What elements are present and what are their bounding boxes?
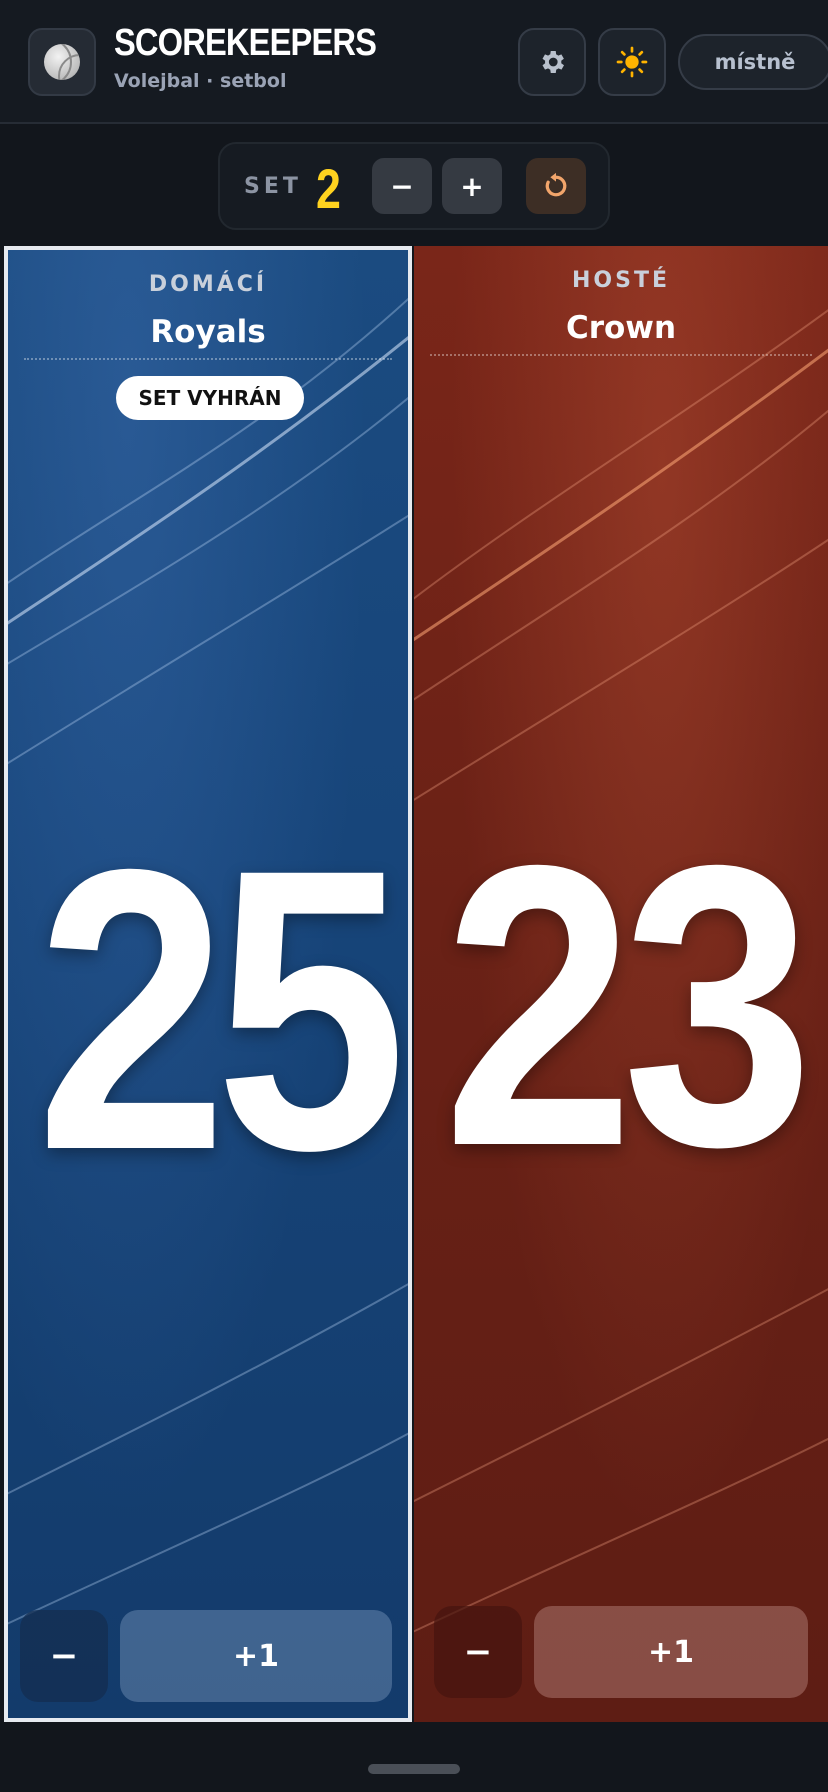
home-score-decrement-button[interactable]: −: [20, 1610, 108, 1702]
home-indicator[interactable]: [368, 1764, 460, 1774]
app-title: SCOREKEEPERS: [114, 22, 377, 64]
away-score-decrement-button[interactable]: −: [434, 1606, 522, 1698]
team-name: Crown: [565, 310, 677, 346]
team-score[interactable]: 23: [443, 806, 814, 1206]
team-score[interactable]: 25: [36, 810, 407, 1210]
away-score-increment-button[interactable]: +1: [534, 1606, 808, 1698]
team-role: DOMÁCÍ: [148, 272, 268, 297]
team-name: Royals: [150, 314, 266, 350]
language-label: místně: [714, 50, 796, 74]
gear-icon: [542, 51, 564, 73]
set-label: SET: [244, 174, 302, 199]
divider: [24, 358, 392, 360]
theme-toggle-button[interactable]: [598, 28, 666, 96]
sun-icon: [616, 46, 648, 78]
settings-button[interactable]: [518, 28, 586, 96]
home-score-increment-button[interactable]: +1: [120, 1610, 392, 1702]
set-number: 2: [316, 157, 341, 220]
set-decrement-button[interactable]: −: [372, 158, 432, 214]
app-logo-button[interactable]: [28, 28, 96, 96]
app-header: SCOREKEEPERS Volejbal · setbol místně: [0, 0, 828, 124]
set-increment-button[interactable]: +: [442, 158, 502, 214]
team-role: HOSTÉ: [572, 268, 670, 293]
app-subtitle: Volejbal · setbol: [114, 70, 287, 92]
reset-icon: [545, 172, 567, 197]
divider: [430, 354, 812, 356]
language-button[interactable]: místně: [678, 34, 828, 90]
volleyball-icon: [44, 44, 80, 80]
set-won-badge: SET VYHRÁN: [116, 376, 304, 420]
home-team-panel[interactable]: DOMÁCÍ Royals SET VYHRÁN 25 − +1: [4, 246, 412, 1722]
set-control-bar: SET 2 − +: [218, 142, 610, 230]
away-team-panel[interactable]: HOSTÉ Crown 23 − +1: [414, 246, 828, 1722]
reset-button[interactable]: [526, 158, 586, 214]
